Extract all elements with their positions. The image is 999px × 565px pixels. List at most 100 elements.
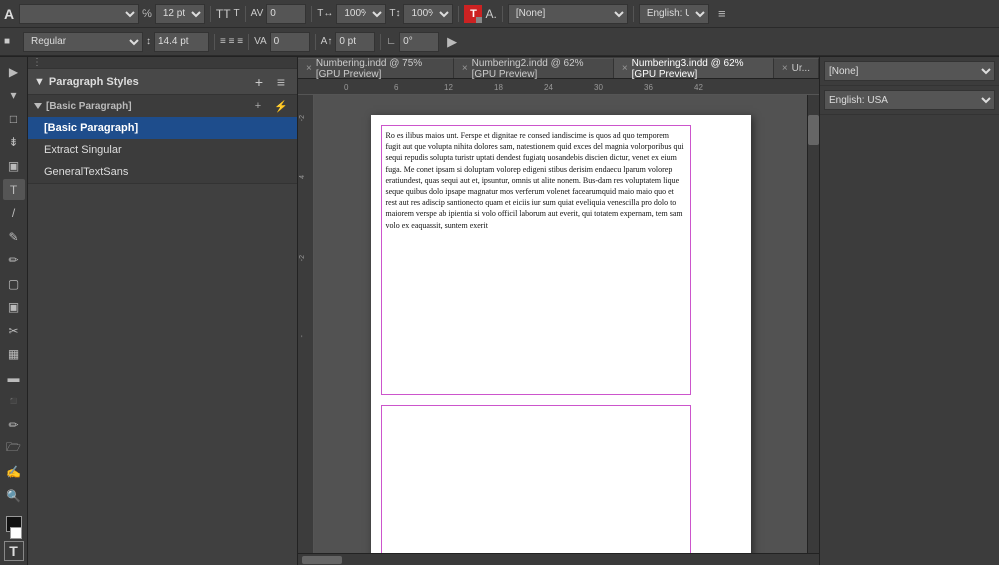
font-icon: A [4, 6, 14, 22]
style-select[interactable]: Regular [23, 32, 143, 52]
ruler-v-label: -2 [299, 115, 306, 121]
zoom-tool[interactable]: 🔍 [3, 485, 25, 507]
kern-icon: VA [254, 36, 267, 47]
document-page: Ro es ilibus maios unt. Ferspe et dignit… [371, 115, 751, 553]
style-icon: ■ [4, 36, 20, 47]
tool-panel: ▶ ▾ □ ⇟ ▣ T / ✎ ✏ ▢ ▣ ✂ ▦ ▬ ◾ ✏ 🗁 ✍ 🔍 T [0, 57, 28, 565]
tracking-icon: AV [251, 8, 264, 19]
color-swatches [6, 516, 22, 539]
scale-v-select[interactable]: 100% [403, 4, 453, 24]
ruler-mark-42: 42 [694, 83, 703, 92]
skew-input[interactable] [399, 32, 439, 52]
text-frame-2[interactable] [381, 405, 691, 553]
tab-close-3[interactable]: × [782, 63, 788, 74]
tab-label-0: Numbering.indd @ 75% [GPU Preview] [316, 58, 445, 80]
style-item-label-2: GeneralTextSans [44, 166, 128, 178]
scale-h-select[interactable]: 100% [336, 4, 386, 24]
ruler-v-label3: -2 [299, 255, 306, 261]
pen-icon: A. [485, 7, 496, 21]
type-tool[interactable]: T [3, 179, 25, 201]
tab-label-3: Ur... [792, 63, 810, 74]
scrollbar-thumb-v[interactable] [808, 115, 819, 145]
line-tool[interactable]: / [3, 202, 25, 224]
style-item-basic-paragraph[interactable]: [Basic Paragraph] [28, 117, 297, 139]
panel-title-label: Paragraph Styles [49, 76, 139, 88]
pencil-tool[interactable]: ✏ [3, 249, 25, 271]
separator-2 [245, 6, 246, 22]
scrollbar-thumb-h[interactable] [302, 556, 342, 564]
scrollbar-vertical[interactable] [807, 95, 819, 553]
background-color[interactable] [10, 527, 22, 539]
text-frame-1[interactable]: Ro es ilibus maios unt. Ferspe et dignit… [381, 125, 691, 395]
language-select[interactable]: English: USA [639, 4, 709, 24]
scrollbar-horizontal[interactable] [298, 553, 819, 565]
group-label: [Basic Paragraph] [46, 101, 132, 112]
styles-group: [Basic Paragraph] + ⚡ [Basic Paragraph] … [28, 95, 297, 184]
group-add-icon[interactable]: + [248, 96, 268, 116]
rectangle-frame-tool[interactable]: ▢ [3, 273, 25, 295]
menu-icon-btn[interactable]: ≡ [712, 4, 732, 24]
baseline-input[interactable] [335, 32, 375, 52]
panel-header-icons: + ≡ [249, 72, 291, 92]
right-language-section: English: USA [820, 86, 999, 115]
ruler-mark-6: 6 [394, 83, 398, 92]
right-none-select[interactable]: [None] [824, 61, 995, 81]
panel-collapse-arrow[interactable]: ▼ [34, 76, 45, 88]
skew-icon: ∟ [386, 36, 396, 47]
gradient-feather-tool[interactable]: ◾ [3, 391, 25, 413]
color-box[interactable]: T [464, 5, 482, 23]
style-item-extract-singular[interactable]: Extract Singular [28, 139, 297, 161]
align-icons: ≡ ≡ ≡ [220, 36, 243, 47]
page-tool[interactable]: □ [3, 108, 25, 130]
note-tool[interactable]: ✏ [3, 414, 25, 436]
group-collapse-arrow [34, 103, 42, 109]
tab-numbering[interactable]: × Numbering.indd @ 75% [GPU Preview] [298, 58, 454, 78]
leading-input[interactable] [154, 32, 209, 52]
gradient-tool[interactable]: ▬ [3, 367, 25, 389]
scale-h-icon: T↔ [317, 8, 333, 19]
free-transform-tool[interactable]: ▦ [3, 344, 25, 366]
tracking-input[interactable] [266, 4, 306, 24]
font-family-select[interactable]: Minion Pro [19, 4, 139, 24]
group-header[interactable]: [Basic Paragraph] + ⚡ [28, 95, 297, 117]
tab-numbering2[interactable]: × Numbering2.indd @ 62% [GPU Preview] [454, 58, 614, 78]
style-item-label-0: [Basic Paragraph] [44, 122, 138, 134]
scissors-tool[interactable]: ✂ [3, 320, 25, 342]
select-tool[interactable]: ▶ [3, 61, 25, 83]
tab-ur[interactable]: × Ur... [774, 58, 819, 78]
ruler-v-label4: - [299, 335, 306, 337]
ruler-mark-30: 30 [594, 83, 603, 92]
right-language-select[interactable]: English: USA [824, 90, 995, 110]
style-item-general-text-sans[interactable]: GeneralTextSans [28, 161, 297, 183]
gap-tool[interactable]: ⇟ [3, 132, 25, 154]
group-flash-icon[interactable]: ⚡ [271, 96, 291, 116]
rectangle-tool[interactable]: ▣ [3, 296, 25, 318]
paragraph-styles-panel: ⋮ ▼ Paragraph Styles + ≡ [Basic Paragrap… [28, 57, 298, 565]
panel-handle: ⋮ [28, 57, 297, 69]
ruler-vertical: -2 4 -2 - [298, 95, 314, 553]
main-area: ▶ ▾ □ ⇟ ▣ T / ✎ ✏ ▢ ▣ ✂ ▦ ▬ ◾ ✏ 🗁 ✍ 🔍 T … [0, 57, 999, 565]
panel-add-btn[interactable]: + [249, 72, 269, 92]
panel-header: ▼ Paragraph Styles + ≡ [28, 69, 297, 95]
arrow-right-btn[interactable]: ▶ [442, 32, 462, 52]
kern-input[interactable] [270, 32, 310, 52]
content-collector-tool[interactable]: ▣ [3, 155, 25, 177]
separator-4 [458, 6, 459, 22]
separator-8 [248, 34, 249, 50]
font-size-select[interactable]: 12 pt [155, 4, 205, 24]
tab-close-0[interactable]: × [306, 63, 312, 74]
panel-title-area: ▼ Paragraph Styles [34, 76, 139, 88]
hand-tool[interactable]: ✍ [3, 461, 25, 483]
separator-5 [502, 6, 503, 22]
eyedropper-tool[interactable]: 🗁 [3, 438, 25, 460]
tab-numbering3[interactable]: × Numbering3.indd @ 62% [GPU Preview] [614, 58, 774, 78]
baseline-icon: A↑ [321, 36, 333, 47]
direct-select-tool[interactable]: ▾ [3, 85, 25, 107]
pen-tool[interactable]: ✎ [3, 226, 25, 248]
panel-menu-btn[interactable]: ≡ [271, 72, 291, 92]
tab-close-1[interactable]: × [462, 63, 468, 74]
canvas-page-area[interactable]: Ro es ilibus maios unt. Ferspe et dignit… [314, 95, 807, 553]
tab-close-2[interactable]: × [622, 63, 628, 74]
tab-label-1: Numbering2.indd @ 62% [GPU Preview] [472, 58, 605, 80]
none-select[interactable]: [None] [508, 4, 628, 24]
